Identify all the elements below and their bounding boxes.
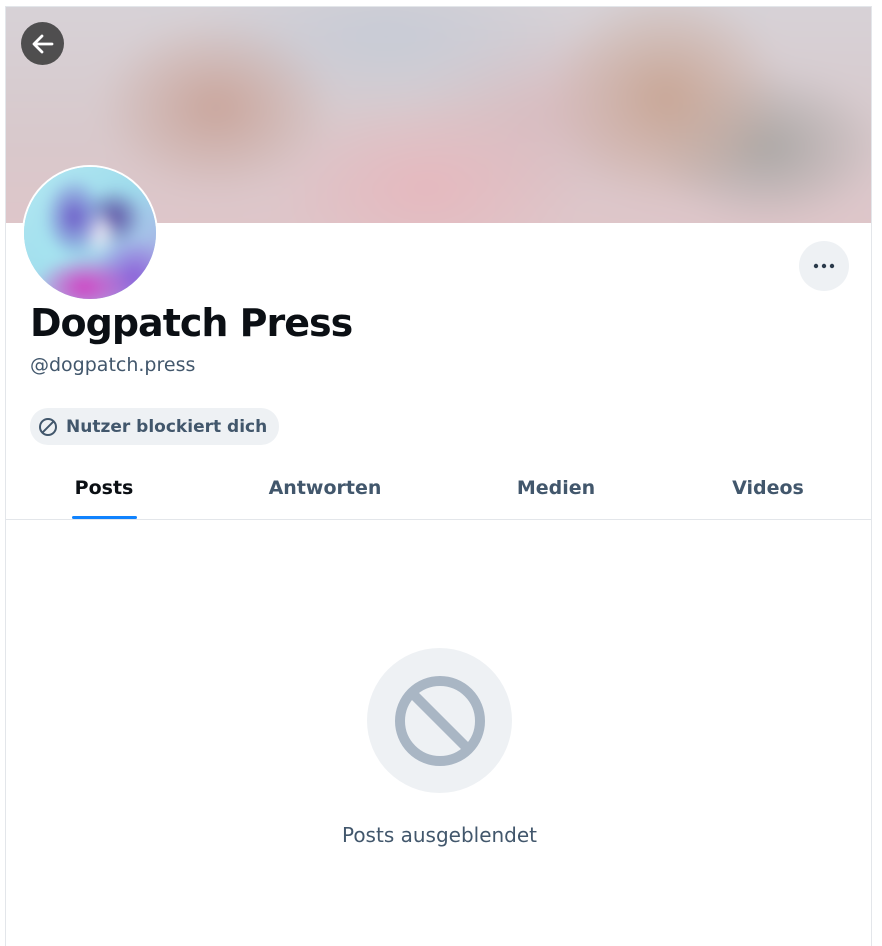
more-options-button[interactable] bbox=[799, 241, 849, 291]
arrow-left-icon bbox=[30, 31, 56, 57]
tab-antworten[interactable]: Antworten bbox=[223, 457, 427, 519]
blocked-status-badge: Nutzer blockiert dich bbox=[30, 408, 280, 445]
empty-state-message: Posts ausgeblendet bbox=[341, 823, 538, 847]
blocked-status-label: Nutzer blockiert dich bbox=[66, 416, 268, 437]
empty-state-icon-circle bbox=[367, 648, 512, 793]
display-name: Dogpatch Press bbox=[30, 301, 353, 345]
ellipsis-icon bbox=[813, 263, 835, 269]
profile-screen: Dogpatch Press @dogpatch.press Nutzer bl… bbox=[5, 6, 872, 946]
block-circle-icon bbox=[38, 417, 58, 437]
back-button[interactable] bbox=[21, 22, 64, 65]
tab-medien[interactable]: Medien bbox=[454, 457, 658, 519]
profile-tabs: Posts Antworten Medien Videos bbox=[6, 457, 871, 520]
block-circle-icon bbox=[392, 673, 488, 769]
profile-handle: @dogpatch.press bbox=[30, 354, 196, 376]
tab-videos[interactable]: Videos bbox=[666, 457, 870, 519]
avatar[interactable] bbox=[22, 165, 158, 301]
avatar-image bbox=[24, 167, 156, 299]
active-tab-indicator bbox=[72, 516, 137, 519]
tab-posts[interactable]: Posts bbox=[6, 457, 202, 519]
